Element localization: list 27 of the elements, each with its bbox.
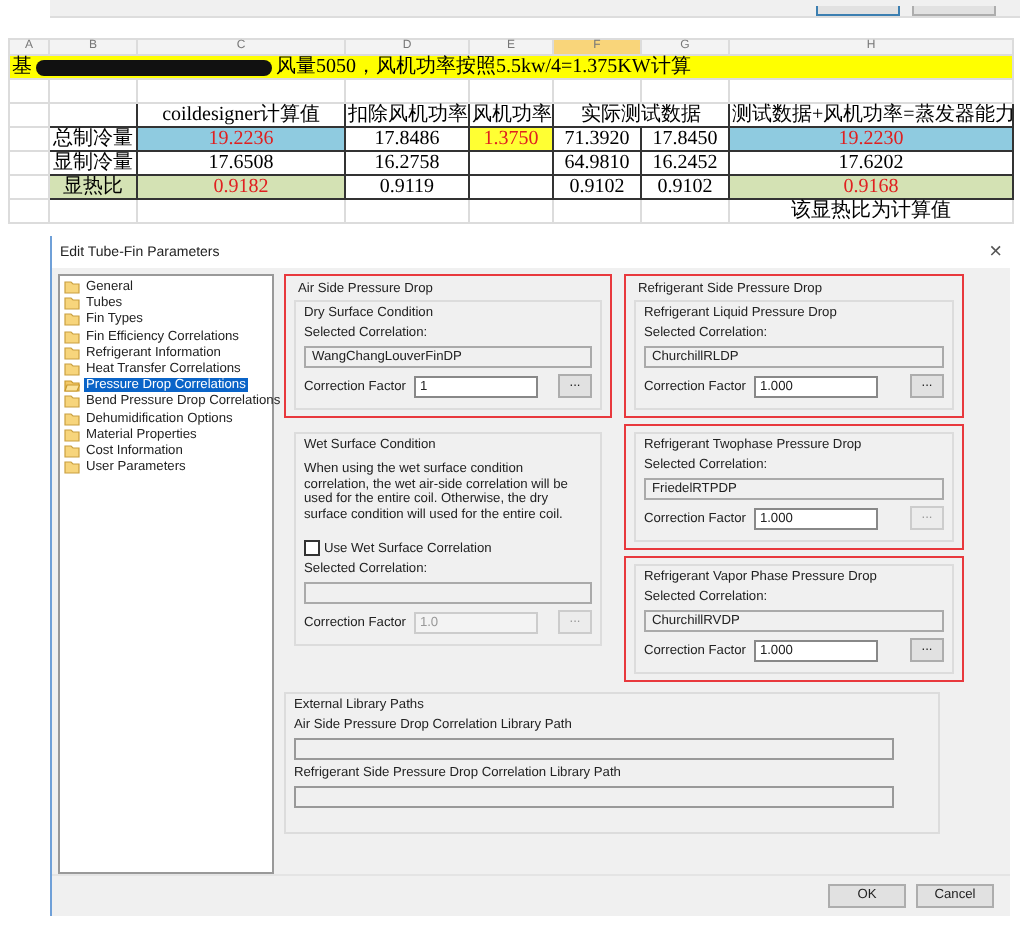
open-folder-icon xyxy=(64,378,80,393)
table-cell: 16.2758 xyxy=(345,151,469,175)
column-header-cell: 实际测试数据 xyxy=(553,103,729,127)
table-cell: 0.9102 xyxy=(553,175,641,199)
table-cell: 16.2452 xyxy=(641,151,729,175)
table-cell: 0.9182 xyxy=(137,175,345,199)
table-cell: 17.8450 xyxy=(641,127,729,151)
title-text: 基 xyxy=(12,56,32,78)
path-field[interactable] xyxy=(294,786,894,808)
row-label-cell: 显热比 xyxy=(49,175,137,199)
table-cell: 0.9168 xyxy=(729,175,1013,199)
button-edge[interactable] xyxy=(816,6,900,16)
note-text: 该显热比为计算值 xyxy=(729,199,1013,223)
close-button[interactable]: × xyxy=(989,242,1002,262)
table-cell: 0.9119 xyxy=(345,175,469,199)
table-cell: 0.9102 xyxy=(641,175,729,199)
table-cell: 19.2236 xyxy=(137,127,345,151)
row-label-cell: 总制冷量 xyxy=(49,127,137,151)
correlation-field[interactable] xyxy=(304,582,592,605)
column-header-cell: 扣除风机功率 xyxy=(345,103,469,127)
button-edge[interactable] xyxy=(912,6,996,16)
title-text: 风量5050，风机功率按照5.5kw/4=1.375KW计算 xyxy=(276,56,691,78)
table-cell: 19.2230 xyxy=(729,127,1013,151)
table-cell: 64.9810 xyxy=(553,151,641,175)
path-field[interactable] xyxy=(294,738,894,760)
table-cell: 71.3920 xyxy=(553,127,641,151)
table-cell: 17.8486 xyxy=(345,127,469,151)
